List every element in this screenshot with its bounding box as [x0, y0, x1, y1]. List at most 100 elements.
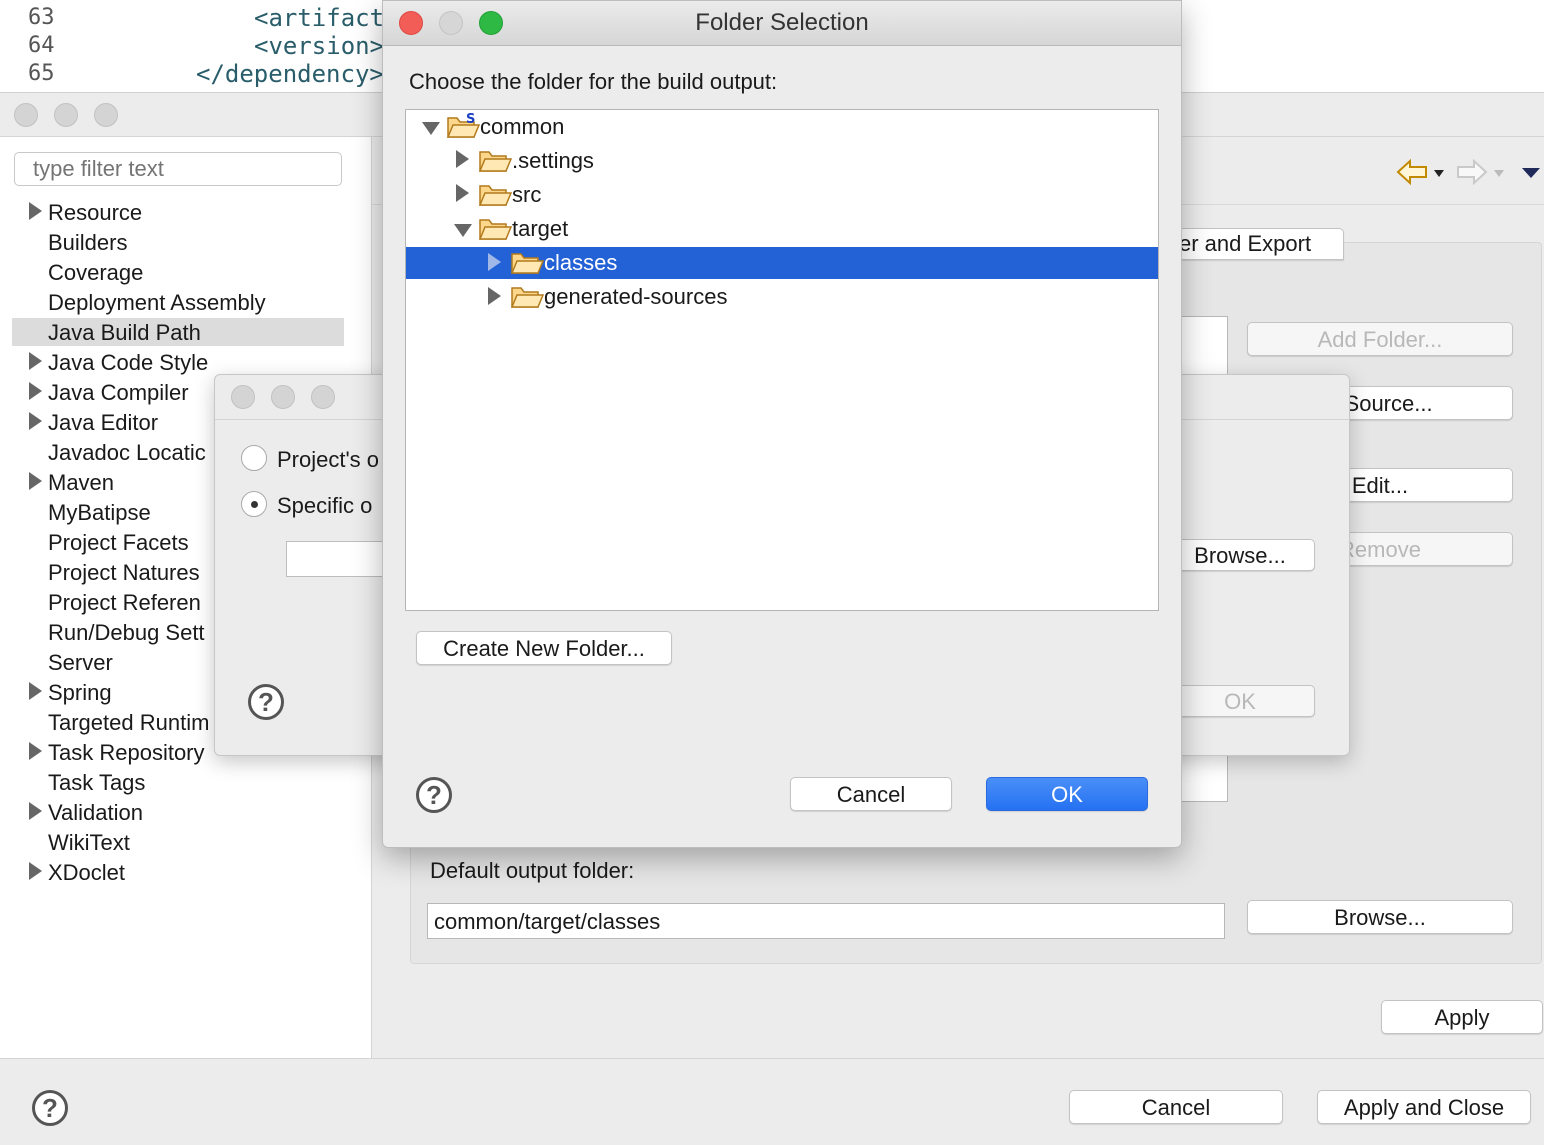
expand-arrow-icon[interactable]: [29, 472, 42, 490]
nav-item[interactable]: Java Build Path: [0, 318, 360, 348]
nav-item-label: Builders: [48, 230, 128, 255]
output-browse-button[interactable]: Browse...: [1165, 539, 1315, 571]
tree-item-classes[interactable]: classes: [544, 250, 617, 276]
nav-item-label: Java Build Path: [48, 320, 201, 345]
dialog-close-button[interactable]: [231, 385, 255, 409]
nav-item-label: Server: [48, 650, 113, 675]
window-close-button[interactable]: [14, 103, 38, 127]
collapse-arrow-icon[interactable]: [454, 224, 472, 237]
nav-item[interactable]: Coverage: [0, 258, 360, 288]
dialog-title: Folder Selection: [695, 9, 869, 36]
expand-arrow-icon[interactable]: [29, 802, 42, 820]
nav-item-label: Task Tags: [48, 770, 146, 795]
expand-arrow-icon[interactable]: [29, 742, 42, 760]
nav-item-label: Run/Debug Sett: [48, 620, 205, 645]
nav-item[interactable]: Deployment Assembly: [0, 288, 360, 318]
forward-arrow-icon: [1456, 158, 1488, 192]
tree-item-generated-sources[interactable]: generated-sources: [544, 284, 727, 310]
nav-item[interactable]: XDoclet: [0, 858, 360, 888]
expand-arrow-icon[interactable]: [456, 184, 469, 202]
editor-line-numbers: 63 64 65: [28, 4, 55, 88]
line-number: 64: [28, 33, 55, 58]
expand-arrow-icon[interactable]: [29, 352, 42, 370]
tree-item-src[interactable]: src: [512, 182, 541, 208]
nav-item-label: MyBatipse: [48, 500, 151, 525]
line-number: 65: [28, 61, 55, 86]
help-icon[interactable]: ?: [32, 1090, 68, 1126]
nav-item-label: Project Referen: [48, 590, 201, 615]
default-output-label: Default output folder:: [430, 858, 635, 883]
nav-item-label: Java Editor: [48, 410, 159, 435]
default-output-field[interactable]: common/target/classes: [427, 903, 1225, 939]
specific-output-radio[interactable]: [241, 491, 267, 517]
cancel-button[interactable]: Cancel: [790, 777, 952, 811]
nav-item[interactable]: Builders: [0, 228, 360, 258]
code-line: </dependency>: [196, 60, 384, 88]
nav-item[interactable]: Resource: [0, 198, 360, 228]
expand-arrow-icon[interactable]: [29, 682, 42, 700]
expand-arrow-icon[interactable]: [29, 382, 42, 400]
nav-item-label: Java Code Style: [48, 350, 209, 375]
project-output-radio[interactable]: [241, 445, 267, 471]
expand-arrow-icon[interactable]: [29, 202, 42, 220]
expand-arrow-icon[interactable]: [488, 287, 501, 305]
forward-menu-chevron-icon: [1494, 170, 1504, 177]
dialog-prompt: Choose the folder for the build output:: [409, 69, 778, 94]
back-arrow-icon[interactable]: [1396, 158, 1428, 192]
nav-item-label: WikiText: [48, 830, 130, 855]
expand-arrow-icon[interactable]: [29, 862, 42, 880]
window-minimize-button[interactable]: [54, 103, 78, 127]
nav-item-label: Targeted Runtim: [48, 710, 210, 735]
browse-output-button[interactable]: Browse...: [1247, 900, 1513, 934]
folder-selection-dialog: Folder Selection Choose the folder for t…: [382, 0, 1182, 848]
nav-item-label: Validation: [48, 800, 143, 825]
nav-item[interactable]: Validation: [0, 798, 360, 828]
apply-button[interactable]: Apply: [1381, 1000, 1543, 1034]
dialog-minimize-button[interactable]: [271, 385, 295, 409]
code-line: <artifact: [254, 4, 385, 32]
nav-item-label: Spring: [48, 680, 112, 705]
nav-item-label: XDoclet: [48, 860, 126, 885]
nav-item[interactable]: Task Tags: [0, 768, 360, 798]
nav-item-label: Resource: [48, 200, 143, 225]
expand-arrow-icon[interactable]: [488, 253, 501, 271]
expand-arrow-icon[interactable]: [29, 412, 42, 430]
tree-item-target[interactable]: target: [512, 216, 568, 242]
folder-icon: [510, 284, 545, 308]
line-number: 63: [28, 5, 55, 30]
nav-item[interactable]: WikiText: [0, 828, 360, 858]
collapse-arrow-icon[interactable]: [422, 122, 440, 135]
folder-icon: [478, 148, 513, 172]
code-line: <version>: [254, 32, 385, 60]
nav-item-label: Javadoc Locatic: [48, 440, 206, 465]
help-icon[interactable]: ?: [416, 777, 452, 813]
nav-item-label: Project Natures: [48, 560, 200, 585]
folder-icon: [478, 182, 513, 206]
expand-arrow-icon[interactable]: [456, 150, 469, 168]
help-icon[interactable]: ?: [248, 684, 284, 720]
folder-icon: [510, 250, 545, 274]
ok-button[interactable]: OK: [986, 777, 1148, 811]
view-menu-chevron-icon[interactable]: [1522, 168, 1540, 178]
output-ok-button[interactable]: OK: [1165, 685, 1315, 717]
folder-icon: [478, 216, 513, 240]
tree-item-settings[interactable]: .settings: [512, 148, 594, 174]
folder-tree[interactable]: S common .settings src target classes ge…: [405, 109, 1159, 611]
create-new-folder-button[interactable]: Create New Folder...: [416, 631, 672, 665]
window-zoom-button[interactable]: [94, 103, 118, 127]
nav-item-label: Coverage: [48, 260, 144, 285]
footer-divider: [0, 1058, 1544, 1059]
svg-text:S: S: [466, 112, 475, 127]
nav-item-label: Maven: [48, 470, 115, 495]
specific-output-field[interactable]: [286, 541, 388, 577]
nav-item-label: Java Compiler: [48, 380, 189, 405]
back-menu-chevron-icon[interactable]: [1434, 170, 1444, 177]
dialog-zoom-button[interactable]: [311, 385, 335, 409]
cancel-button[interactable]: Cancel: [1069, 1090, 1283, 1124]
add-folder-button[interactable]: Add Folder...: [1247, 322, 1513, 356]
project-folder-icon: S: [446, 112, 481, 138]
tree-item-common[interactable]: common: [480, 114, 564, 140]
specific-output-label: Specific o: [277, 493, 373, 518]
filter-input[interactable]: [14, 152, 342, 186]
apply-and-close-button[interactable]: Apply and Close: [1317, 1090, 1531, 1124]
